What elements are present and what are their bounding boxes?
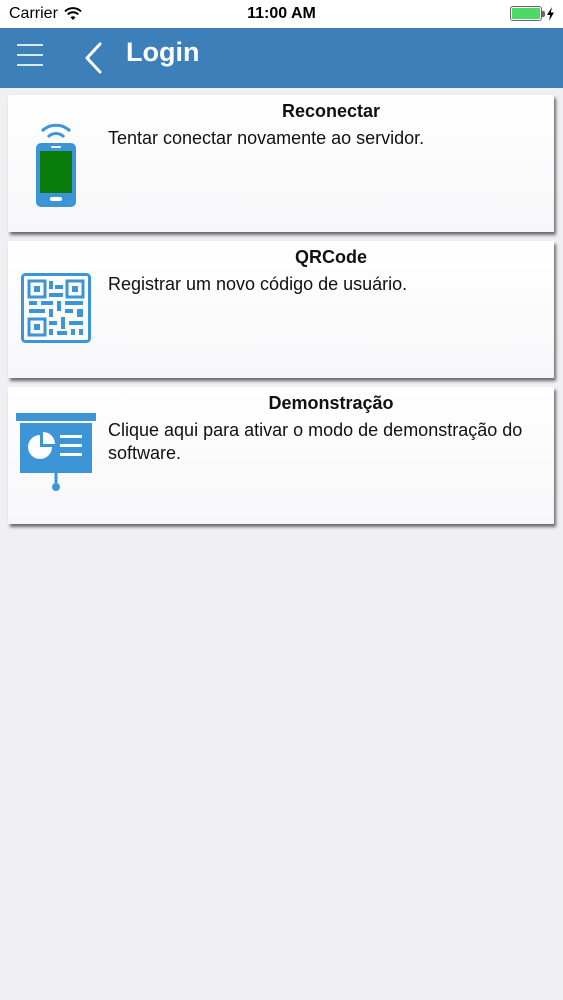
status-bar: Carrier 11:00 AM xyxy=(0,0,563,28)
card-description: Registrar um novo código de usuário. xyxy=(108,274,408,294)
card-title: QRCode xyxy=(295,247,367,267)
card-description: Tentar conectar novamente ao servidor. xyxy=(108,128,425,148)
reconnect-card[interactable]: Reconectar Tentar conectar novamente ao … xyxy=(8,95,554,232)
card-description: Clique aqui para ativar o modo de demons… xyxy=(108,420,523,463)
menu-line xyxy=(17,54,43,56)
qrcode-icon xyxy=(16,263,96,353)
status-right xyxy=(510,6,555,21)
battery-cap xyxy=(542,11,545,17)
menu-line xyxy=(17,44,43,46)
status-time: 11:00 AM xyxy=(247,5,316,22)
battery-icon xyxy=(510,6,545,21)
phone-wifi-icon xyxy=(16,117,96,207)
presentation-icon xyxy=(16,409,96,499)
charging-bolt-icon xyxy=(547,6,554,21)
menu-line xyxy=(17,64,43,66)
nav-bar: Login xyxy=(0,28,563,88)
qrcode-card[interactable]: QRCode Registrar um novo código de usuár… xyxy=(8,241,554,378)
battery-fill xyxy=(512,8,540,19)
options-list: Reconectar Tentar conectar novamente ao … xyxy=(8,95,554,533)
menu-icon[interactable] xyxy=(17,44,43,68)
back-chevron-icon[interactable] xyxy=(82,42,106,74)
card-title: Reconectar xyxy=(281,101,381,121)
page-title: Login xyxy=(126,37,200,67)
card-title: Demonstração xyxy=(268,393,394,413)
demo-card[interactable]: Demonstração Clique aqui para ativar o m… xyxy=(8,387,554,524)
